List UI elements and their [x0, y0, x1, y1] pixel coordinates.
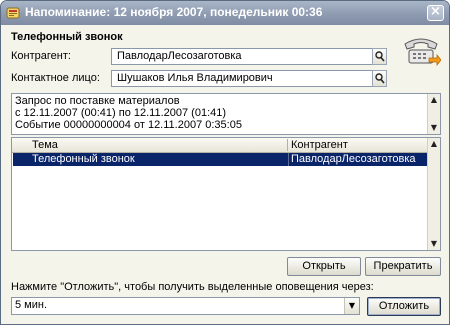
table-row[interactable]: Телефонный звонок ПавлодарЛесозаготовка — [13, 153, 427, 166]
counterparty-field[interactable]: ПавлодарЛесозаготовка — [111, 48, 373, 65]
memo-scrollbar[interactable]: ▲ ▼ — [427, 94, 440, 134]
stop-button[interactable]: Прекратить — [365, 257, 441, 276]
counterparty-label: Контрагент: — [11, 50, 71, 62]
contact-value: Шушаков Илья Владимирович — [117, 72, 273, 84]
window-title: Напоминание: 12 ноября 2007, понедельник… — [25, 5, 323, 19]
reminder-window: Напоминание: 12 ноября 2007, понедельник… — [0, 0, 450, 325]
snooze-button[interactable]: Отложить — [367, 297, 441, 316]
cell-counterparty: ПавлодарЛесозаготовка — [291, 153, 416, 165]
scroll-up-icon[interactable]: ▲ — [428, 94, 440, 106]
app-icon — [6, 7, 20, 19]
memo-line: Запрос по поставке материалов — [15, 95, 180, 107]
snooze-interval-value: 5 мин. — [15, 299, 48, 311]
counterparty-search-button[interactable] — [372, 48, 387, 65]
scroll-up-icon[interactable]: ▲ — [428, 138, 440, 150]
counterparty-value: ПавлодарЛесозаготовка — [117, 50, 242, 62]
close-button[interactable]: × — [427, 4, 444, 21]
event-description[interactable]: Запрос по поставке материалов с 12.11.20… — [11, 93, 441, 135]
table-scrollbar[interactable]: ▲ ▼ — [427, 138, 440, 250]
open-button[interactable]: Открыть — [287, 257, 361, 276]
column-header-counterparty[interactable]: Контрагент — [291, 138, 348, 152]
event-heading: Телефонный звонок — [11, 31, 123, 43]
snooze-hint: Нажмите "Отложить", чтобы получить выдел… — [11, 281, 374, 293]
contact-field[interactable]: Шушаков Илья Владимирович — [111, 70, 373, 87]
column-divider — [288, 153, 289, 166]
notifications-table: Тема Контрагент Телефонный звонок Павлод… — [11, 137, 441, 251]
table-header: Тема Контрагент — [12, 138, 428, 153]
contact-search-button[interactable] — [372, 70, 387, 87]
memo-line: Событие 00000000004 от 12.11.2007 0:35:0… — [15, 119, 242, 131]
scroll-down-icon[interactable]: ▼ — [428, 122, 440, 134]
search-icon — [375, 51, 385, 62]
cell-topic: Телефонный звонок — [32, 153, 135, 165]
close-icon: × — [430, 4, 441, 19]
phone-icon — [404, 38, 441, 67]
title-bar[interactable]: Напоминание: 12 ноября 2007, понедельник… — [1, 1, 449, 25]
search-icon — [375, 73, 385, 84]
contact-label: Контактное лицо: — [11, 72, 100, 84]
column-divider — [287, 139, 288, 151]
snooze-interval-select[interactable]: 5 мин. ▼ — [11, 297, 360, 315]
memo-line: с 12.11.2007 (00:41) по 12.11.2007 (01:4… — [15, 107, 227, 119]
scroll-down-icon[interactable]: ▼ — [428, 238, 440, 250]
chevron-down-icon[interactable]: ▼ — [344, 298, 359, 314]
column-header-topic[interactable]: Тема — [32, 138, 58, 152]
